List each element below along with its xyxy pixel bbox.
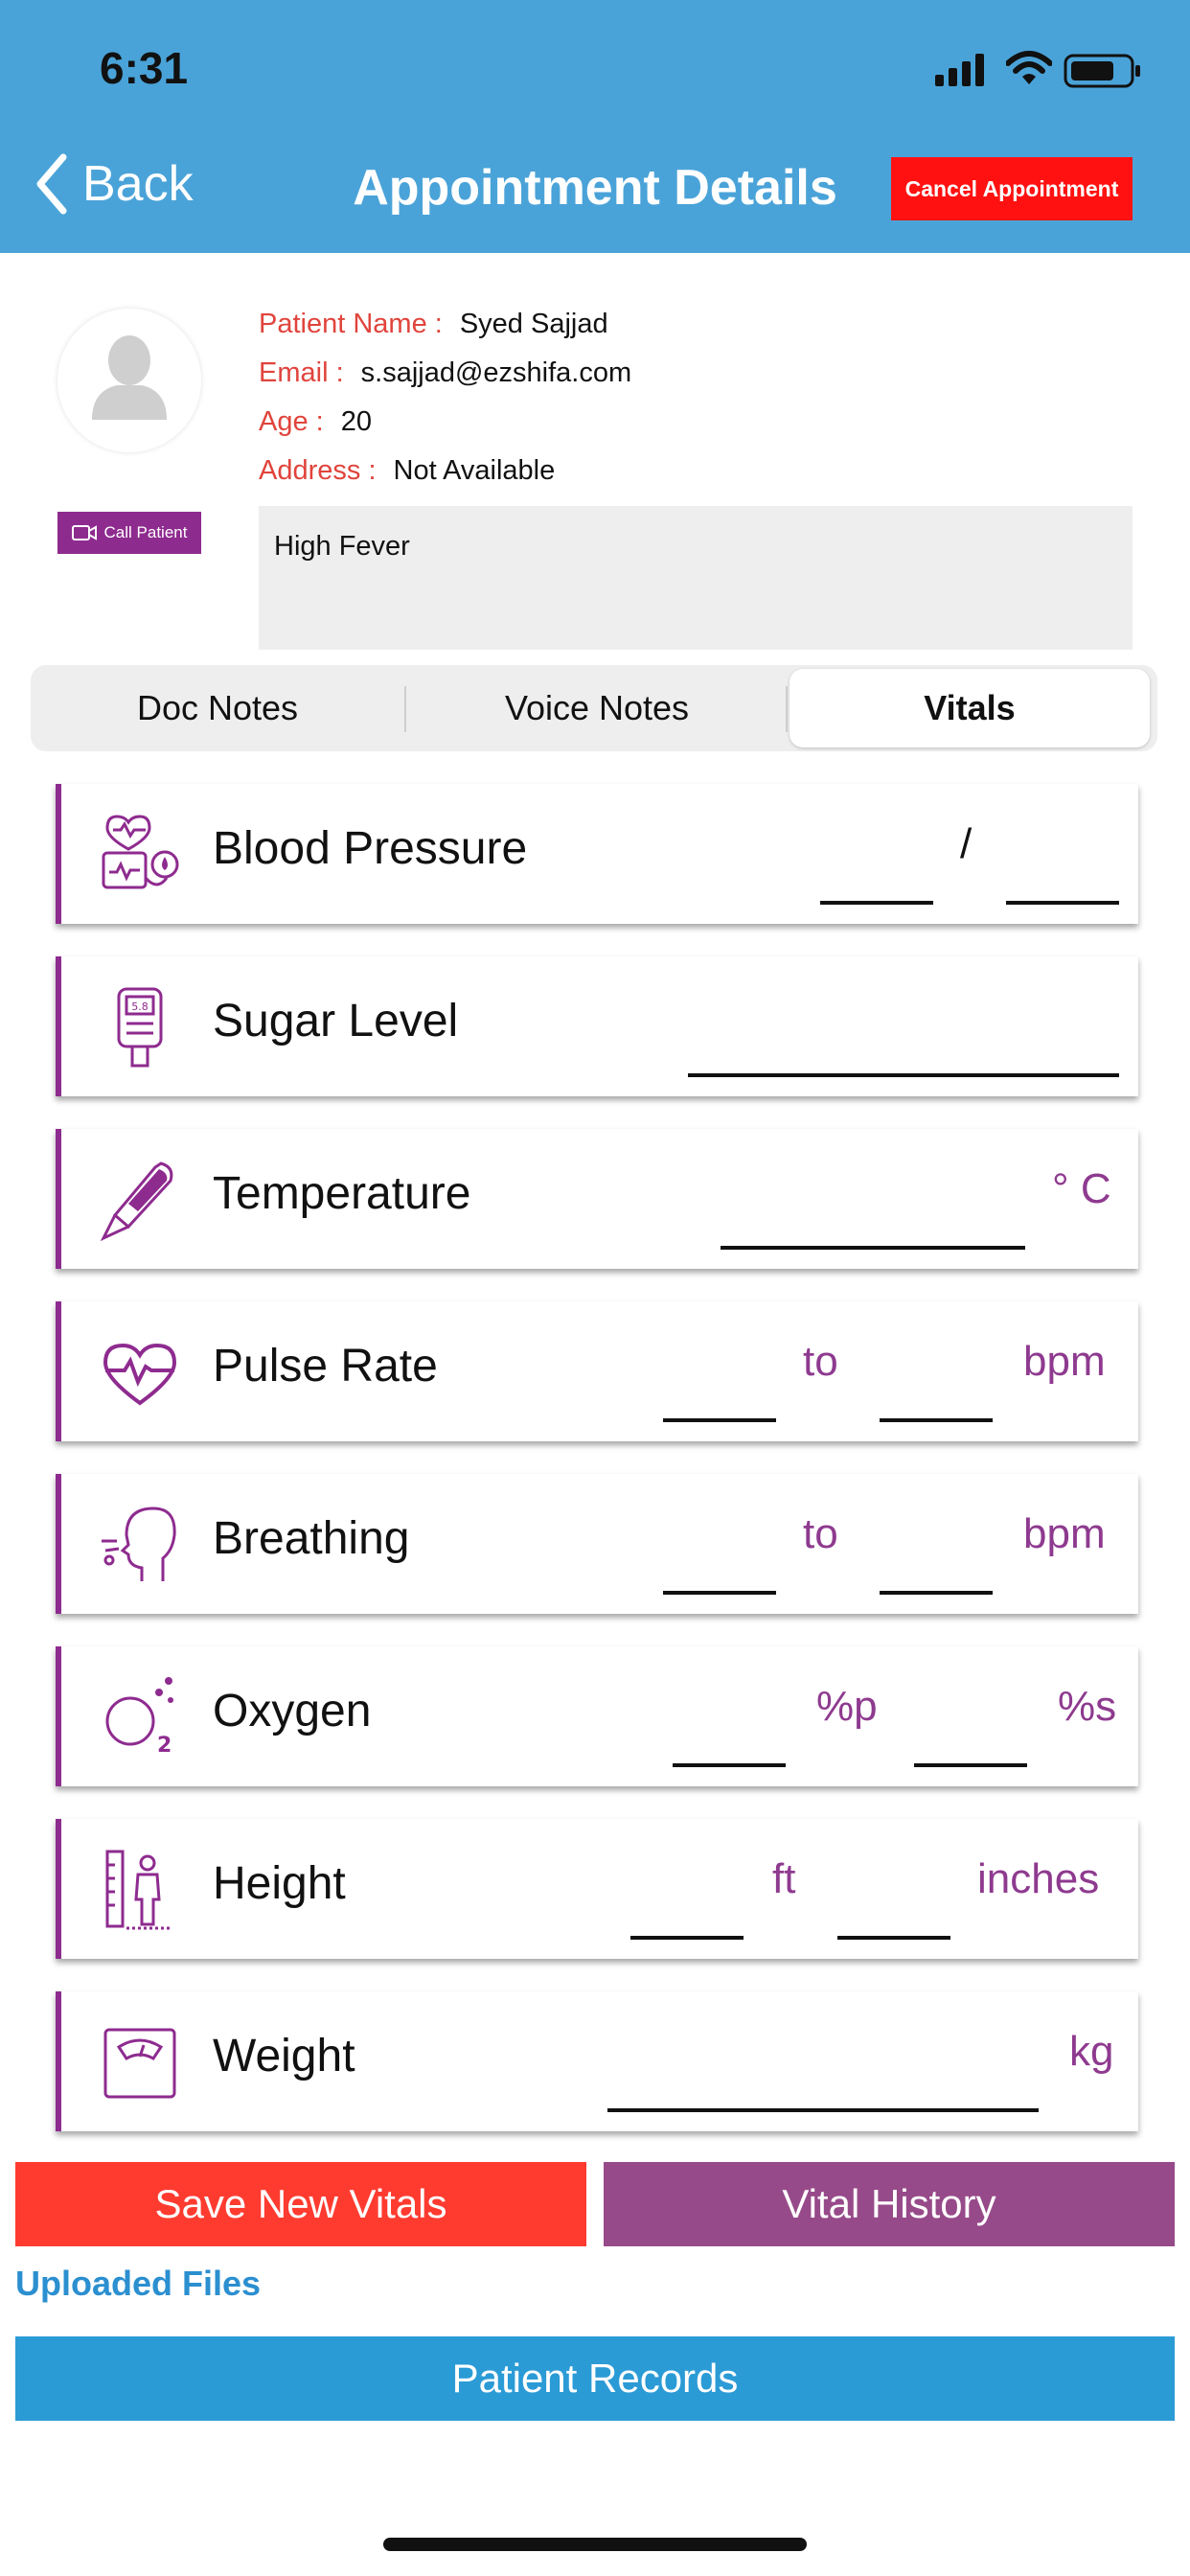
oxygen-s-label: %s xyxy=(1058,1683,1117,1730)
blood-pressure-label: Blood Pressure xyxy=(213,823,528,874)
video-call-icon xyxy=(71,525,97,540)
glucose-meter-icon: 5.8 xyxy=(117,987,163,1068)
save-new-vitals-button[interactable]: Save New Vitals xyxy=(15,2162,586,2246)
tab-vitals[interactable]: Vitals xyxy=(790,669,1150,748)
height-feet-input[interactable] xyxy=(630,1936,744,1940)
height-ft-label: ft xyxy=(772,1855,796,1902)
battery-icon xyxy=(1064,54,1142,93)
complaint-text: High Fever xyxy=(274,531,410,562)
vital-card-sugar-level: 5.8 Sugar Level xyxy=(56,956,1138,1096)
height-label: Height xyxy=(213,1858,346,1909)
breathing-unit: bpm xyxy=(1023,1510,1106,1557)
patient-age-row: Age : 20 xyxy=(259,406,372,438)
complaint-box: High Fever xyxy=(259,506,1133,650)
patient-name-row: Patient Name : Syed Sajjad xyxy=(259,309,608,340)
patient-age-value: 20 xyxy=(340,406,372,437)
tab-doc-notes[interactable]: Doc Notes xyxy=(31,665,404,751)
sugar-level-label: Sugar Level xyxy=(213,996,459,1046)
patient-address-key: Address : xyxy=(259,455,377,486)
height-inches-label: inches xyxy=(977,1855,1100,1902)
height-measure-icon xyxy=(105,1850,172,1930)
svg-text:5.8: 5.8 xyxy=(131,1000,149,1013)
vital-card-oxygen: 2 Oxygen %p %s xyxy=(56,1646,1138,1786)
avatar xyxy=(57,309,201,452)
breathing-face-icon xyxy=(102,1506,176,1581)
patient-address-value: Not Available xyxy=(393,455,556,486)
call-patient-button[interactable]: Call Patient xyxy=(57,512,201,554)
oxygen-s-input[interactable] xyxy=(914,1763,1027,1767)
vital-card-pulse-rate: Pulse Rate to bpm xyxy=(56,1301,1138,1441)
patient-name-key: Patient Name : xyxy=(259,309,443,339)
wifi-icon xyxy=(1005,50,1053,91)
status-time: 6:31 xyxy=(100,43,189,93)
bp-separator: / xyxy=(960,820,973,867)
weight-label: Weight xyxy=(213,2031,355,2082)
oxygen-p-label: %p xyxy=(816,1683,878,1730)
vital-card-breathing: Breathing to bpm xyxy=(56,1474,1138,1614)
oxygen-p-input[interactable] xyxy=(673,1763,786,1767)
blood-pressure-icon xyxy=(102,815,179,889)
thermometer-icon xyxy=(100,1162,173,1242)
svg-text:2: 2 xyxy=(157,1734,172,1758)
height-inches-input[interactable] xyxy=(837,1936,950,1940)
pulse-unit: bpm xyxy=(1023,1338,1106,1385)
patient-email-row: Email : s.sajjad@ezshifa.com xyxy=(259,357,631,389)
weight-unit: kg xyxy=(1069,2028,1114,2075)
temperature-unit: ° C xyxy=(1052,1165,1111,1212)
breathing-max-input[interactable] xyxy=(880,1591,993,1595)
vital-card-height: Height ft inches xyxy=(56,1819,1138,1959)
user-placeholder-icon xyxy=(92,335,167,420)
temperature-input[interactable] xyxy=(721,1246,1025,1250)
cellular-signal-icon xyxy=(935,54,989,91)
vital-card-blood-pressure: Blood Pressure / xyxy=(56,784,1138,924)
oxygen-label: Oxygen xyxy=(213,1686,372,1736)
patient-email-value: s.sajjad@ezshifa.com xyxy=(360,357,632,388)
sugar-level-input[interactable] xyxy=(688,1073,1119,1077)
diastolic-input[interactable] xyxy=(1006,901,1119,905)
weight-input[interactable] xyxy=(607,2108,1039,2112)
breathing-min-input[interactable] xyxy=(663,1591,776,1595)
pulse-to-label: to xyxy=(803,1338,838,1385)
pulse-max-input[interactable] xyxy=(880,1418,993,1422)
breathing-to-label: to xyxy=(803,1510,838,1557)
patient-records-button[interactable]: Patient Records xyxy=(15,2336,1175,2421)
oxygen-o2-icon: 2 xyxy=(105,1677,173,1758)
tab-divider xyxy=(786,686,788,732)
heartbeat-icon xyxy=(103,1343,177,1406)
vital-card-weight: Weight kg xyxy=(56,1991,1138,2131)
cancel-appointment-button[interactable]: Cancel Appointment xyxy=(891,157,1133,220)
systolic-input[interactable] xyxy=(820,901,933,905)
weight-scale-icon xyxy=(103,2028,176,2099)
pulse-rate-label: Pulse Rate xyxy=(213,1341,438,1392)
vital-card-temperature: Temperature ° C xyxy=(56,1129,1138,1269)
vital-history-button[interactable]: Vital History xyxy=(604,2162,1175,2246)
patient-age-key: Age : xyxy=(259,406,324,437)
uploaded-files-link[interactable]: Uploaded Files xyxy=(15,2264,261,2304)
patient-email-key: Email : xyxy=(259,357,344,388)
pulse-min-input[interactable] xyxy=(663,1418,776,1422)
patient-name-value: Syed Sajjad xyxy=(459,309,608,339)
temperature-label: Temperature xyxy=(213,1168,471,1219)
breathing-label: Breathing xyxy=(213,1513,410,1564)
segmented-control: Doc Notes Voice Notes Vitals xyxy=(31,665,1157,751)
patient-address-row: Address : Not Available xyxy=(259,455,555,487)
home-indicator[interactable] xyxy=(383,2538,807,2551)
tab-voice-notes[interactable]: Voice Notes xyxy=(406,665,788,751)
call-patient-label: Call Patient xyxy=(103,523,188,541)
